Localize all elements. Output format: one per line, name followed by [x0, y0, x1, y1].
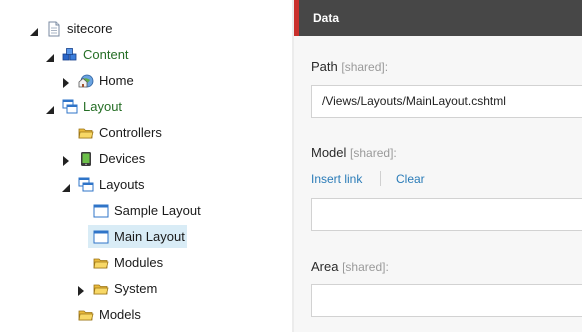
field-name: Area — [311, 259, 339, 274]
tree-item-modules[interactable]: Modules — [0, 250, 292, 276]
shared-marker: [shared]: — [350, 146, 397, 160]
link-separator — [380, 171, 381, 186]
section-header-data[interactable]: Data — [294, 0, 582, 36]
tree-item-label: Sample Layout — [114, 203, 201, 218]
area-input[interactable] — [311, 284, 582, 317]
tree-item-models[interactable]: Models — [0, 302, 292, 328]
expand-arrow-icon[interactable] — [46, 102, 56, 114]
tree-item-label: Home — [99, 73, 134, 88]
shared-marker: [shared]: — [342, 260, 389, 274]
collapse-arrow-icon[interactable] — [77, 284, 87, 296]
expand-arrow-icon[interactable] — [62, 180, 72, 192]
device-icon — [78, 151, 94, 167]
insert-link-button[interactable]: Insert link — [311, 172, 362, 186]
folder-icon — [78, 125, 94, 141]
tree-item-home[interactable]: Home — [0, 68, 292, 94]
folder-icon — [93, 281, 109, 297]
collapse-arrow-icon[interactable] — [62, 76, 72, 88]
clear-button[interactable]: Clear — [396, 172, 425, 186]
collapse-arrow-icon[interactable] — [62, 154, 72, 166]
model-field-label: Model [shared]: — [311, 145, 397, 160]
tree-item-label: Content — [83, 47, 129, 62]
tree-item-sitecore[interactable]: sitecore — [0, 16, 292, 42]
field-name: Path — [311, 59, 338, 74]
tree-item-layout[interactable]: Layout — [0, 94, 292, 120]
shared-marker: [shared]: — [341, 60, 389, 74]
tree-item-label: Models — [99, 307, 141, 322]
field-name: Model — [311, 145, 347, 160]
home-globe-icon — [78, 73, 94, 89]
expand-arrow-icon[interactable] — [30, 24, 40, 36]
item-editor: Data Path [shared]: /Views/Layouts/MainL… — [294, 0, 582, 332]
content-cubes-icon — [62, 47, 78, 63]
sitecore-page-icon — [46, 21, 62, 37]
tree-item-content[interactable]: Content — [0, 42, 292, 68]
tree-item-label: System — [114, 281, 158, 296]
tree-item-layouts[interactable]: Layouts — [0, 172, 292, 198]
layout-windows-icon — [62, 99, 78, 115]
tree-item-main-layout[interactable]: Main Layout — [0, 224, 292, 250]
tree-item-controllers[interactable]: Controllers — [0, 120, 292, 146]
tree-item-label: Layouts — [99, 177, 145, 192]
layout-file-icon — [93, 203, 109, 219]
tree-item-label: Main Layout — [114, 229, 185, 244]
section-title: Data — [313, 11, 340, 25]
layouts-windows-icon — [78, 177, 94, 193]
tree-item-devices[interactable]: Devices — [0, 146, 292, 172]
area-field-label: Area [shared]: — [311, 259, 389, 274]
tree-item-system[interactable]: System — [0, 276, 292, 302]
folder-icon — [78, 307, 94, 323]
content-tree: sitecore Content Home Layout Controllers… — [0, 0, 292, 332]
tree-item-label: Modules — [114, 255, 164, 270]
path-input[interactable]: /Views/Layouts/MainLayout.cshtml — [311, 85, 582, 118]
folder-icon — [93, 255, 109, 271]
tree-item-label: sitecore — [67, 21, 113, 36]
path-field-label: Path [shared]: — [311, 59, 388, 74]
tree-item-label: Controllers — [99, 125, 162, 140]
expand-arrow-icon[interactable] — [46, 50, 56, 62]
model-input[interactable] — [311, 198, 582, 231]
tree-item-sample-layout[interactable]: Sample Layout — [0, 198, 292, 224]
layout-file-icon — [93, 229, 109, 245]
tree-item-label: Layout — [83, 99, 123, 114]
tree-item-label: Devices — [99, 151, 146, 166]
